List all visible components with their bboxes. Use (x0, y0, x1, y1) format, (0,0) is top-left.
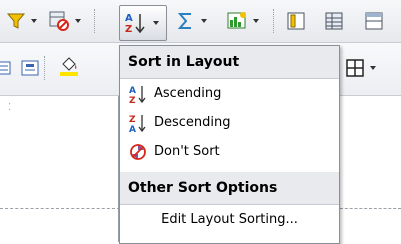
table-view-icon (325, 12, 343, 30)
align-center-button[interactable] (20, 53, 42, 83)
separator (94, 9, 96, 33)
fill-color-icon (60, 57, 78, 76)
chevron-down-icon[interactable] (253, 19, 259, 23)
sort-az-icon: A Z (125, 13, 145, 35)
chevron-down-icon[interactable] (370, 66, 376, 70)
svg-text:A: A (125, 13, 133, 24)
no-sort-icon (130, 143, 146, 160)
grid-icon (346, 59, 364, 77)
svg-text:Z: Z (129, 96, 136, 104)
svg-text:Z: Z (125, 24, 132, 35)
menu-item-edit-layout-sorting[interactable]: Edit Layout Sorting... (120, 205, 339, 234)
column-view-icon (287, 12, 305, 30)
chart-button[interactable] (226, 6, 270, 36)
borders-button[interactable] (345, 53, 385, 83)
align-left-button[interactable] (0, 53, 16, 83)
separator (44, 56, 46, 80)
no-filter-icon (49, 11, 69, 31)
sort-button[interactable]: A Z (119, 5, 167, 41)
svg-text:A: A (129, 86, 136, 96)
table-view-button[interactable] (324, 6, 350, 36)
menu-item-dont-sort[interactable]: Don't Sort (120, 137, 339, 166)
sort-descending-icon: Z A (129, 114, 146, 133)
part-boundary (340, 208, 401, 209)
menu-item-label: Don't Sort (154, 144, 220, 159)
sort-ascending-icon: A Z (129, 85, 146, 104)
sort-menu: Sort in Layout A Z Ascending Z A Descend… (119, 45, 340, 244)
svg-text:Z: Z (129, 115, 136, 125)
menu-item-label: Ascending (154, 86, 222, 101)
filter-icon (6, 13, 26, 29)
insert-chart-icon (227, 12, 246, 29)
menu-item-label: Edit Layout Sorting... (161, 212, 298, 227)
fill-color-button[interactable] (58, 51, 82, 81)
menu-item-label: Descending (154, 115, 231, 130)
menu-item-ascending[interactable]: A Z Ascending (120, 79, 339, 108)
sum-button[interactable] (176, 6, 218, 36)
align-center-icon (21, 60, 39, 76)
chevron-down-icon[interactable] (201, 19, 207, 23)
toolbar-main: A Z (0, 0, 401, 43)
sum-icon (177, 13, 191, 29)
form-view-icon (365, 12, 383, 30)
chevron-down-icon[interactable] (153, 21, 159, 25)
menu-item-descending[interactable]: Z A Descending (120, 108, 339, 137)
chevron-down-icon[interactable] (31, 19, 37, 23)
align-left-icon (0, 61, 11, 75)
column-view-button[interactable] (286, 6, 312, 36)
separator (273, 9, 275, 33)
chevron-down-icon[interactable] (75, 19, 81, 23)
part-boundary (0, 208, 120, 209)
filter-button[interactable] (6, 6, 46, 36)
field-marker: ⁚ (8, 102, 12, 113)
clear-filter-button[interactable] (48, 6, 92, 36)
form-view-button[interactable] (364, 6, 390, 36)
menu-section-header: Sort in Layout (120, 46, 339, 79)
svg-text:A: A (129, 125, 136, 133)
menu-section-header: Other Sort Options (120, 172, 339, 205)
